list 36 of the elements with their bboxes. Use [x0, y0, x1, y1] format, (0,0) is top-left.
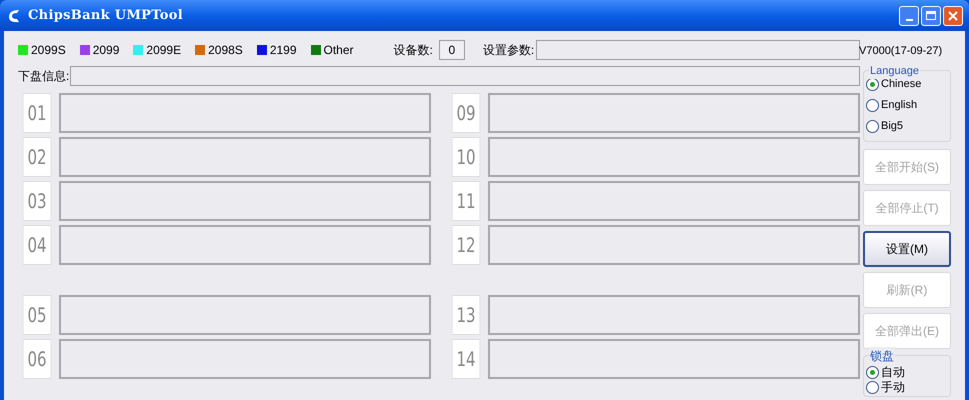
slot-number: 02 — [22, 137, 52, 177]
slot-number: 11 — [452, 181, 480, 221]
close-icon — [948, 10, 958, 20]
legend-label: Other — [324, 42, 354, 59]
minimize-button[interactable] — [899, 6, 919, 26]
radio-option[interactable]: English — [866, 98, 950, 114]
radio-option[interactable]: Chinese — [866, 76, 950, 92]
legend-label: 2099S — [31, 42, 66, 59]
slot-number: 14 — [452, 339, 480, 379]
slot-number: 01 — [22, 93, 52, 133]
button[interactable]: 设置(M) — [863, 230, 951, 266]
radio-option[interactable]: Big5 — [866, 118, 950, 134]
window-title: ChipsBank UMPTool — [28, 6, 184, 25]
radio-option[interactable]: 手动 — [866, 380, 950, 394]
slot-number: 05 — [22, 295, 52, 335]
app-logo-icon — [6, 8, 22, 24]
maximize-button[interactable] — [921, 6, 941, 26]
slot-number: 10 — [452, 137, 480, 177]
close-button[interactable] — [943, 6, 963, 26]
slot-number: 09 — [452, 93, 480, 133]
slot-number: 03 — [22, 181, 52, 221]
settings-params-label: 设置参数: — [482, 42, 534, 59]
slot-number: 12 — [452, 225, 480, 265]
unload-info-label: 下盘信息: — [18, 68, 70, 85]
device-count-field: 0 — [438, 40, 465, 60]
group-title: 锁盘 — [869, 346, 895, 364]
slot-number: 04 — [22, 225, 52, 265]
legend-label: 2199 — [270, 42, 297, 59]
radio-option[interactable]: 自动 — [866, 364, 950, 380]
version-text: V7000(17-09-27) — [859, 44, 944, 59]
legend-label: 2098S — [208, 42, 243, 59]
legend-label: 2099E — [146, 42, 182, 59]
slot-number: 06 — [22, 339, 52, 379]
legend-label: 2099 — [92, 42, 120, 59]
slot-number: 13 — [452, 295, 480, 335]
device-count-label: 设备数: — [394, 42, 433, 59]
